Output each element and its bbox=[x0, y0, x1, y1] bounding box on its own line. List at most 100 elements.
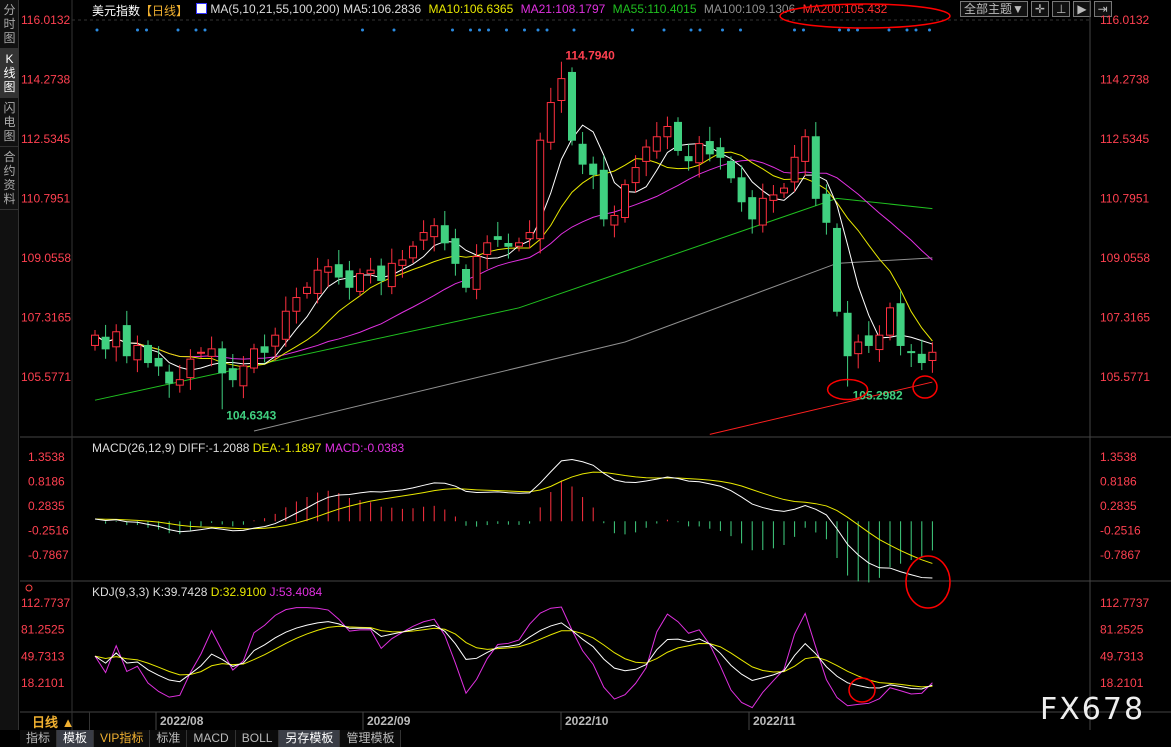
view-tab[interactable]: 合约资料 bbox=[0, 147, 19, 210]
candle-down bbox=[462, 269, 470, 288]
template-tab[interactable]: VIP指标 bbox=[94, 730, 151, 747]
macd-tick-left: 0.8186 bbox=[28, 475, 65, 489]
candle-up bbox=[207, 348, 216, 357]
candle-up bbox=[324, 266, 333, 273]
price-tick-right: 112.5345 bbox=[1100, 132, 1149, 146]
j-line bbox=[94, 606, 933, 709]
template-tab[interactable]: 另存模板 bbox=[279, 730, 341, 747]
watermark: FX678 bbox=[1040, 692, 1146, 727]
candle-up bbox=[928, 351, 937, 361]
candle-up bbox=[112, 331, 121, 348]
signal-dot bbox=[536, 28, 540, 32]
template-tab[interactable]: 模板 bbox=[57, 730, 95, 747]
low-label: 104.6343 bbox=[226, 408, 276, 422]
candle-up bbox=[250, 348, 258, 369]
candle-down bbox=[165, 371, 174, 384]
template-tab[interactable]: 标准 bbox=[150, 730, 188, 747]
template-tab[interactable]: 指标 bbox=[20, 730, 58, 747]
view-tab[interactable]: K线图 bbox=[0, 49, 19, 98]
macd-tick-right: 0.8186 bbox=[1100, 475, 1137, 489]
candle-down bbox=[684, 156, 693, 162]
candle-down bbox=[599, 169, 608, 220]
candle-up bbox=[515, 242, 523, 247]
candle-down bbox=[589, 163, 598, 175]
kline-chart[interactable]: 116.0132 116.0132 114.2738 114.2738 112.5345… bbox=[20, 0, 1171, 730]
candle-down bbox=[377, 265, 386, 281]
kdj-tick-left: 49.7313 bbox=[21, 649, 65, 663]
price-tick-left: 107.3165 bbox=[21, 311, 71, 325]
price-tick-left: 110.7951 bbox=[21, 192, 70, 206]
highlight-circle bbox=[912, 375, 938, 399]
candle-down bbox=[122, 325, 131, 357]
candle-down bbox=[864, 335, 873, 346]
signal-dot bbox=[689, 28, 693, 32]
signal-dot bbox=[739, 28, 742, 32]
candle-up bbox=[239, 365, 248, 387]
period-selector[interactable]: 日线 ▲ bbox=[20, 712, 90, 730]
settings-icon bbox=[25, 584, 33, 592]
date-label: 2022/09 bbox=[367, 714, 411, 728]
signal-dot bbox=[802, 28, 805, 32]
candle-down bbox=[504, 243, 513, 247]
candle-up bbox=[801, 136, 810, 162]
template-tab[interactable]: BOLL bbox=[235, 730, 280, 747]
view-tabs: 分时图 K线图 闪电图 合约资料 bbox=[0, 0, 19, 730]
signal-dot bbox=[95, 28, 99, 32]
signal-dot bbox=[721, 28, 724, 32]
template-tab[interactable]: 管理模板 bbox=[340, 730, 402, 747]
candle-down bbox=[154, 357, 163, 367]
candle-up bbox=[631, 167, 640, 184]
candle-down bbox=[917, 353, 926, 364]
candle-up bbox=[303, 286, 311, 294]
candle-down bbox=[578, 143, 587, 165]
candle-down bbox=[907, 351, 916, 354]
candle-up bbox=[886, 307, 894, 336]
k-line bbox=[94, 621, 933, 690]
kdj-tick-right: 81.2525 bbox=[1100, 623, 1144, 637]
candle-down bbox=[101, 336, 110, 350]
candle-up bbox=[536, 139, 545, 240]
candle-up bbox=[281, 310, 290, 340]
date-label: 2022/10 bbox=[565, 714, 609, 728]
signal-dot bbox=[914, 28, 918, 32]
signal-dot bbox=[451, 28, 454, 32]
candle-down bbox=[144, 344, 152, 364]
candle-up bbox=[854, 341, 863, 355]
candle-down bbox=[451, 238, 460, 264]
dea-line bbox=[94, 471, 933, 564]
candle-up bbox=[430, 225, 439, 238]
template-tab[interactable]: MACD bbox=[187, 730, 236, 747]
view-tab[interactable]: 分时图 bbox=[0, 0, 19, 49]
price-tick-left: 105.5771 bbox=[21, 370, 71, 384]
candle-up bbox=[313, 269, 322, 294]
candle-down bbox=[811, 136, 820, 199]
signal-dot bbox=[928, 28, 931, 32]
candle-up bbox=[557, 78, 566, 102]
candle-up bbox=[409, 245, 417, 259]
signal-dot bbox=[145, 28, 148, 32]
candle-down bbox=[748, 197, 757, 220]
candle-up bbox=[546, 102, 555, 143]
candle-up bbox=[621, 184, 629, 219]
kdj-tick-left: 81.2525 bbox=[21, 623, 65, 637]
kdj-legend: KDJ(9,3,3) K:39.7428 D:32.9100 J:53.4084 bbox=[92, 585, 323, 599]
signal-dot bbox=[523, 28, 526, 32]
candle-up bbox=[790, 156, 799, 183]
macd-tick-right: 1.3538 bbox=[1100, 450, 1137, 464]
candle-down bbox=[705, 141, 714, 155]
candle-down bbox=[674, 121, 682, 151]
candle-down bbox=[345, 270, 354, 288]
signal-dot bbox=[203, 28, 207, 32]
view-tab[interactable]: 闪电图 bbox=[0, 98, 19, 147]
highlight-circle bbox=[779, 3, 951, 29]
candle-up bbox=[642, 146, 651, 162]
signal-dot bbox=[136, 28, 139, 32]
candle-up bbox=[398, 259, 407, 266]
signal-dot bbox=[478, 28, 481, 32]
signal-dot bbox=[793, 28, 796, 32]
candle-down bbox=[727, 160, 735, 179]
price-tick-right: 114.2738 bbox=[1100, 73, 1149, 87]
candle-down bbox=[737, 177, 746, 203]
candle-up bbox=[387, 262, 396, 288]
macd-tick-right: 0.2835 bbox=[1100, 499, 1137, 513]
